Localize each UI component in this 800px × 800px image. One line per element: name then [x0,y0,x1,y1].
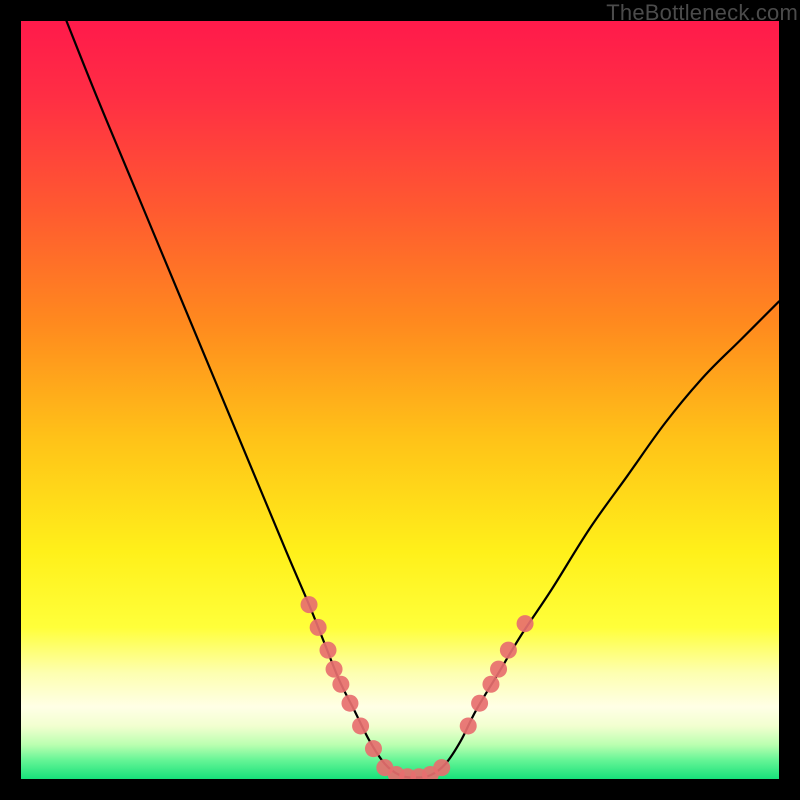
data-marker [310,619,327,636]
data-marker [500,642,517,659]
gradient-background [21,21,779,779]
watermark-text: TheBottleneck.com [606,0,798,26]
data-marker [301,596,318,613]
data-marker [517,615,534,632]
data-marker [433,759,450,776]
data-marker [319,642,336,659]
data-marker [341,695,358,712]
data-marker [365,740,382,757]
data-marker [332,676,349,693]
bottleneck-chart [21,21,779,779]
data-marker [352,717,369,734]
data-marker [482,676,499,693]
data-marker [326,661,343,678]
chart-frame [21,21,779,779]
data-marker [471,695,488,712]
data-marker [460,717,477,734]
data-marker [490,661,507,678]
